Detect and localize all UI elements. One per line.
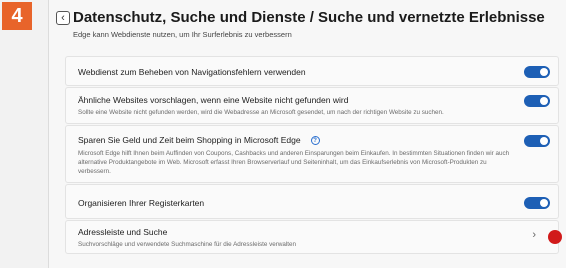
setting-title: Organisieren Ihrer Registerkarten xyxy=(78,198,205,208)
settings-panel: ‹ Datenschutz, Suche und Dienste / Suche… xyxy=(48,0,566,268)
page-subtitle: Edge kann Webdienste nutzen, um Ihr Surf… xyxy=(73,30,292,39)
setting-title: Adressleiste und Suche xyxy=(78,227,168,237)
setting-title: Ähnliche Websites vorschlagen, wenn eine… xyxy=(78,95,349,105)
setting-organize-tabs: Organisieren Ihrer Registerkarten xyxy=(65,184,559,219)
setting-address-bar-search[interactable]: Adressleiste und Suche Suchvorschläge un… xyxy=(65,220,562,254)
info-icon[interactable]: ? xyxy=(310,136,320,146)
similar-sites-toggle[interactable] xyxy=(524,95,550,107)
setting-description: Sollte eine Website nicht gefunden werde… xyxy=(78,109,444,116)
navigation-errors-toggle[interactable] xyxy=(524,66,550,78)
shopping-toggle[interactable] xyxy=(524,135,550,147)
step-badge: 4 xyxy=(2,2,32,30)
highlight-marker xyxy=(548,230,562,244)
setting-title: Webdienst zum Beheben von Navigationsfeh… xyxy=(78,67,306,77)
setting-navigation-errors: Webdienst zum Beheben von Navigationsfeh… xyxy=(65,56,559,86)
back-button[interactable]: ‹ xyxy=(56,11,70,25)
back-arrow-icon: ‹ xyxy=(61,11,65,24)
setting-title: Sparen Sie Geld und Zeit beim Shopping i… xyxy=(78,135,320,146)
chevron-right-icon[interactable]: › xyxy=(532,229,536,241)
setting-similar-sites: Ähnliche Websites vorschlagen, wenn eine… xyxy=(65,87,559,124)
page-title: Datenschutz, Suche und Dienste / Suche u… xyxy=(73,9,545,26)
setting-shopping: Sparen Sie Geld und Zeit beim Shopping i… xyxy=(65,125,559,183)
shopping-title-text: Sparen Sie Geld und Zeit beim Shopping i… xyxy=(78,135,301,145)
setting-description: Suchvorschläge und verwendete Suchmaschi… xyxy=(78,241,297,248)
setting-description: Microsoft Edge hilft Ihnen beim Auffinde… xyxy=(78,150,510,175)
organize-tabs-toggle[interactable] xyxy=(524,197,550,209)
